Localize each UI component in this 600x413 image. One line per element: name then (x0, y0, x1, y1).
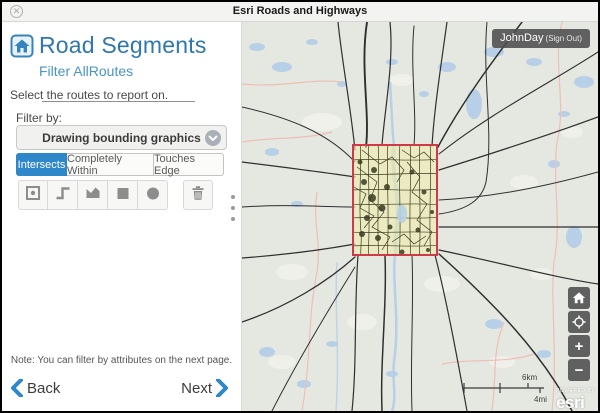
delete-graphics-button[interactable] (183, 180, 213, 210)
spatial-filter-segmented-control: Intersects Completely Within Touches Edg… (16, 153, 224, 176)
title-bar: ✕ Esri Roads and Highways (2, 2, 598, 22)
map-controls: + − (568, 287, 590, 381)
panel-header: Road Segments (10, 32, 207, 59)
polyline-icon (55, 185, 71, 206)
draw-tools-toolbar (18, 180, 213, 210)
rectangle-icon (115, 185, 131, 206)
selection-fill (353, 145, 437, 255)
locate-icon (572, 315, 586, 329)
map-canvas[interactable]: 6km 4mi JohnDay(Sign Out) + − POWERE (242, 22, 598, 411)
select-point-icon (25, 185, 41, 206)
next-button[interactable]: Next (181, 379, 229, 397)
step-subtitle: Filter AllRoutes (39, 63, 133, 79)
scale-km-label: 6km (522, 373, 537, 382)
panel-resize-handle[interactable] (229, 195, 237, 221)
home-icon (10, 34, 34, 58)
polyline-tool-button[interactable] (48, 180, 78, 210)
esri-attribution: POWERED BY esri (556, 389, 595, 411)
dropdown-value: Drawing bounding graphics (42, 131, 201, 145)
username: JohnDay (500, 32, 543, 44)
next-label: Next (181, 380, 212, 397)
window-title: Esri Roads and Highways (2, 5, 598, 17)
segment-touches-edge[interactable]: Touches Edge (154, 153, 224, 176)
note-text: Note: You can filter by attributes on th… (2, 355, 241, 366)
app-window: ✕ Esri Roads and Highways Road Segments … (0, 0, 600, 413)
segment-intersects[interactable]: Intersects (16, 153, 67, 176)
locate-button[interactable] (568, 311, 590, 333)
instruction-text: Select the routes to report on. (10, 88, 168, 102)
rectangle-tool-button[interactable] (108, 180, 138, 210)
plus-icon: + (575, 338, 584, 355)
filter-by-label: Filter by: (16, 111, 62, 125)
basemap-graphics: 6km 4mi (242, 22, 598, 411)
zoom-in-button[interactable]: + (568, 335, 590, 357)
signout-label: (Sign Out) (546, 34, 582, 43)
select-point-tool-button[interactable] (18, 180, 48, 210)
home-icon (572, 291, 586, 305)
divider (42, 101, 195, 102)
scale-mi-label: 4mi (534, 395, 547, 404)
trash-icon (190, 185, 206, 206)
minus-icon: − (575, 362, 584, 379)
chevron-right-icon (216, 379, 229, 397)
sidebar-panel: Road Segments Filter AllRoutes Select th… (2, 22, 242, 411)
circle-icon (145, 185, 161, 206)
segment-completely-within[interactable]: Completely Within (67, 153, 154, 176)
esri-logo: esri (556, 394, 595, 411)
chevron-down-icon (205, 130, 221, 146)
circle-tool-button[interactable] (138, 180, 168, 210)
user-signout-button[interactable]: JohnDay(Sign Out) (492, 29, 590, 48)
zoom-out-button[interactable]: − (568, 359, 590, 381)
chevron-left-icon (10, 379, 23, 397)
filter-method-dropdown[interactable]: Drawing bounding graphics (16, 125, 227, 150)
polygon-tool-button[interactable] (78, 180, 108, 210)
back-button[interactable]: Back (10, 379, 60, 397)
page-title: Road Segments (39, 32, 207, 59)
home-extent-button[interactable] (568, 287, 590, 309)
polygon-icon (85, 185, 101, 206)
back-label: Back (27, 380, 60, 397)
